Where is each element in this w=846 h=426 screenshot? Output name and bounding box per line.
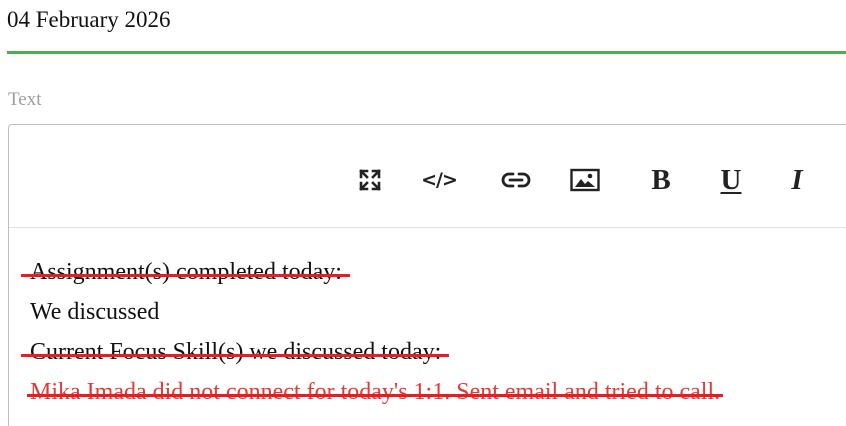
bold-icon: B — [651, 164, 671, 196]
date-field-underline — [7, 51, 846, 54]
image-icon — [570, 168, 600, 192]
code-icon: </> — [421, 169, 458, 191]
bold-button[interactable]: B — [641, 161, 681, 199]
code-view-button[interactable]: </> — [419, 161, 459, 199]
fullscreen-button[interactable] — [350, 161, 390, 199]
insert-link-button[interactable] — [496, 161, 536, 199]
rich-text-editor[interactable]: </> B U I Assignment(s) completed today:… — [8, 124, 846, 426]
date-value[interactable]: 04 February 2026 — [7, 6, 171, 34]
text-field-label: Text — [8, 89, 42, 110]
content-line-focus-skills[interactable]: Current Focus Skill(s) we discussed toda… — [20, 332, 450, 372]
italic-button[interactable]: I — [777, 161, 817, 199]
underline-button[interactable]: U — [711, 161, 751, 199]
underline-icon: U — [720, 164, 742, 196]
editor-content-area[interactable]: Assignment(s) completed today: We discus… — [20, 252, 846, 412]
content-line-we-discussed[interactable]: We discussed — [30, 292, 159, 332]
date-field[interactable]: 04 February 2026 — [7, 0, 846, 56]
italic-icon: I — [791, 164, 803, 196]
content-line-no-connect-note[interactable]: Mika Imada did not connect for today's 1… — [26, 372, 724, 412]
fullscreen-expand-icon — [358, 168, 382, 192]
link-icon — [501, 171, 531, 189]
content-line-assignments[interactable]: Assignment(s) completed today: — [21, 252, 350, 292]
editor-toolbar: </> B U I — [9, 125, 846, 228]
insert-image-button[interactable] — [565, 161, 605, 199]
